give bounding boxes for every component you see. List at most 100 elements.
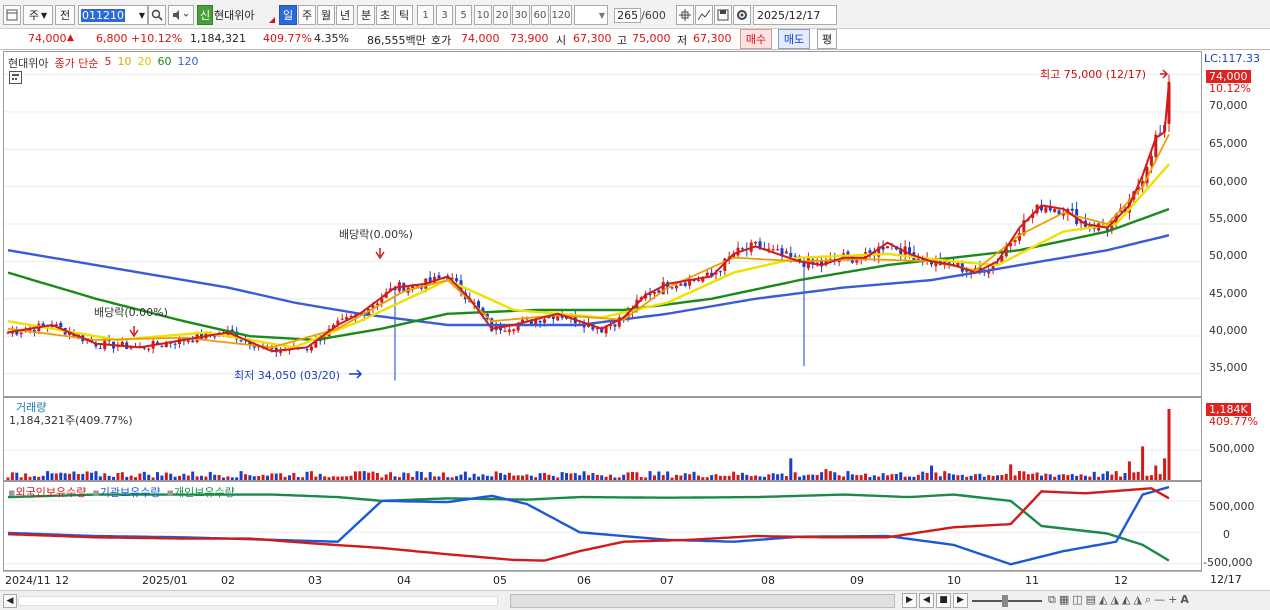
calculator-icon[interactable] (9, 71, 22, 84)
interval-120[interactable]: 120 (550, 5, 572, 25)
volume-bar (842, 476, 846, 480)
volume-bar (850, 474, 854, 480)
volume-bar (178, 475, 182, 480)
window-icon[interactable]: ◫ (1072, 593, 1082, 607)
tool-c-icon[interactable]: ◭ (1122, 593, 1130, 607)
volume-bar (952, 474, 956, 480)
volume-axis: 1,184K 409.77% 500,000 (1203, 397, 1270, 481)
speaker-icon[interactable] (168, 5, 194, 25)
volume-bar (565, 473, 569, 480)
line-tool-icon[interactable] (695, 5, 713, 25)
gear-icon[interactable] (733, 5, 751, 25)
volume-bar (173, 476, 177, 480)
candle-body (1070, 208, 1074, 211)
stock-code-input[interactable]: 011210 ▼ (78, 5, 148, 25)
layout-icon[interactable] (3, 5, 21, 25)
interval-30[interactable]: 30 (512, 5, 530, 25)
zoom-slider[interactable] (972, 595, 1042, 607)
zoom-icon[interactable]: ⌕ (1145, 593, 1151, 607)
candle-body (868, 250, 872, 253)
volume-bar (279, 473, 283, 480)
legend-ma120: 120 (177, 55, 199, 68)
period-second[interactable]: 초 (376, 5, 394, 25)
volume-bar (1070, 474, 1074, 480)
period-year[interactable]: 년 (336, 5, 354, 25)
volume-bar (762, 476, 766, 480)
period-day[interactable]: 일 (279, 5, 297, 25)
copy-icon[interactable]: ⧉ (1048, 593, 1056, 607)
price-change-pct: +10.12% (131, 32, 183, 45)
period-tick[interactable]: 틱 (395, 5, 413, 25)
volume-pct-tag: 409.77% (1209, 415, 1258, 428)
tool-d-icon[interactable]: ◮ (1133, 593, 1141, 607)
crosshair-icon[interactable] (676, 5, 694, 25)
period-week[interactable]: 주 (298, 5, 316, 25)
volume-bar (749, 476, 753, 480)
volume-bar (384, 474, 388, 480)
step-back-icon[interactable]: ◀ (919, 593, 934, 608)
sell-button[interactable]: 매도 (778, 29, 810, 49)
grid-icon[interactable]: ▦ (1059, 593, 1069, 607)
date-input[interactable]: 2025/12/17 (753, 5, 837, 25)
legend-ma5: 5 (104, 55, 112, 68)
interval-3[interactable]: 3 (436, 5, 453, 25)
buy-button[interactable]: 매수 (740, 29, 772, 49)
volume-bar (543, 472, 547, 480)
price-chart[interactable] (4, 52, 1201, 396)
volume-panel: 거래량 1,184,321주(409.77%) (3, 397, 1202, 481)
zoom-out-icon[interactable]: — (1154, 593, 1165, 607)
font-size-icon[interactable]: A (1180, 593, 1189, 607)
candle-body (754, 241, 758, 244)
search-icon[interactable] (148, 5, 166, 25)
chart-small-icon[interactable]: ▤ (1086, 593, 1096, 607)
period-minute[interactable]: 분 (357, 5, 375, 25)
tool-a-icon[interactable]: ◭ (1099, 593, 1107, 607)
volume-bar (859, 475, 863, 480)
interval-20[interactable]: 20 (493, 5, 511, 25)
lc-label: LC:117.33 (1204, 52, 1261, 65)
interval-select[interactable]: ▼ (574, 5, 608, 25)
main-toolbar: 주 ▼ 전 011210 ▼ 신 현대위아 일 주 월 년 분 초 틱 1 3 5… (0, 0, 1270, 29)
scroll-track[interactable] (18, 596, 498, 606)
volume-bar (85, 471, 89, 480)
volume-bar (732, 471, 736, 480)
volume-chart[interactable] (4, 398, 1201, 480)
volume-bar (1039, 475, 1043, 480)
volume-bar (855, 475, 859, 480)
candle-body (784, 251, 788, 254)
volume-bar (982, 476, 986, 480)
period-type-select[interactable]: 주 ▼ (23, 5, 53, 25)
volume-bar (503, 474, 507, 480)
volume-bar (235, 477, 239, 480)
tool-b-icon[interactable]: ◮ (1111, 593, 1119, 607)
period-month[interactable]: 월 (317, 5, 335, 25)
volume-bar (872, 475, 876, 480)
volume-bar (745, 474, 749, 480)
volume-bar (437, 476, 441, 480)
scroll-thumb[interactable] (510, 594, 895, 608)
volume-bar (1031, 473, 1035, 480)
axis-70000: 70,000 (1209, 99, 1248, 112)
volume-bar (956, 475, 960, 480)
bar-count[interactable]: 265/600 (612, 5, 668, 25)
date-2025-01: 2025/01 (142, 574, 188, 587)
interval-5[interactable]: 5 (455, 5, 472, 25)
interval-1[interactable]: 1 (417, 5, 434, 25)
stop-icon[interactable]: ■ (936, 593, 951, 608)
interval-60[interactable]: 60 (531, 5, 549, 25)
eval-button[interactable]: 평 (817, 29, 837, 49)
interval-10[interactable]: 10 (474, 5, 492, 25)
fast-forward-icon[interactable]: ▶ (953, 593, 968, 608)
volume-bar (507, 472, 511, 480)
low-price: 67,300 (693, 32, 732, 45)
volume-bar (556, 477, 560, 480)
volume-bar (468, 477, 472, 480)
zoom-in-icon[interactable]: + (1168, 593, 1177, 607)
high-price: 75,000 (632, 32, 671, 45)
play-icon[interactable]: ▶ (902, 593, 917, 608)
prev-button[interactable]: 전 (55, 5, 75, 25)
save-icon[interactable] (714, 5, 732, 25)
volume-bar (323, 476, 327, 480)
volume-bar (380, 477, 384, 480)
scroll-left-icon[interactable]: ◀ (3, 594, 17, 608)
